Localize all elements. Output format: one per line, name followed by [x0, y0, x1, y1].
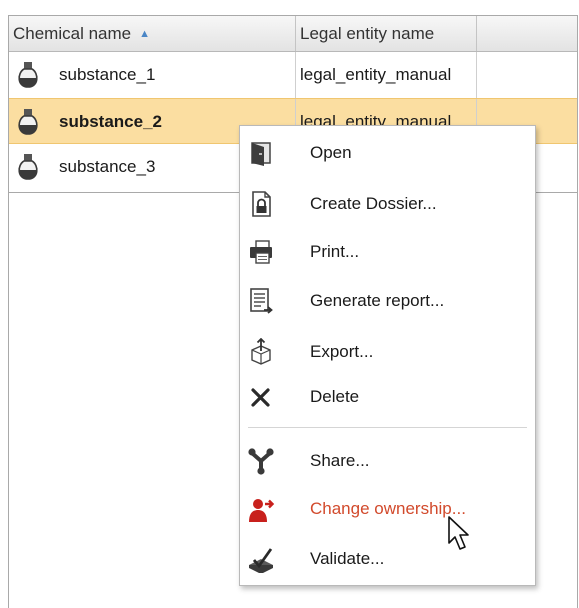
menu-item-print[interactable]: Print...	[240, 230, 535, 274]
legal-entity-cell: legal_entity_manual	[296, 52, 477, 98]
dossier-icon	[252, 191, 271, 217]
menu-item-share[interactable]: Share...	[240, 439, 535, 483]
export-icon	[251, 338, 271, 365]
context-menu: Open Create Dossier... Print... Generate…	[239, 125, 536, 586]
menu-item-validate[interactable]: Validate...	[240, 537, 535, 581]
menu-item-delete[interactable]: Delete	[240, 375, 535, 419]
menu-item-label: Export...	[310, 342, 374, 361]
report-icon	[250, 288, 273, 314]
column-header-legal-entity-name[interactable]: Legal entity name	[296, 16, 477, 51]
menu-item-label: Delete	[310, 387, 360, 406]
column-header-chemical-name[interactable]: Chemical name ▲	[9, 16, 296, 51]
grid-header: Chemical name ▲ Legal entity name	[9, 16, 577, 52]
menu-item-label: Open	[310, 143, 352, 162]
validate-icon	[249, 548, 273, 573]
table-row[interactable]: substance_1 legal_entity_manual	[9, 52, 577, 98]
column-header-label: Legal entity name	[300, 24, 435, 43]
mouse-pointer-icon	[448, 516, 469, 550]
menu-item-label: Share...	[310, 451, 370, 470]
open-icon	[251, 142, 271, 166]
menu-item-label: Change ownership...	[310, 499, 466, 518]
delete-icon	[251, 388, 270, 407]
menu-item-label: Validate...	[310, 549, 385, 568]
share-icon	[248, 448, 274, 475]
menu-item-generate-report[interactable]: Generate report...	[240, 279, 535, 323]
menu-item-open[interactable]: Open	[240, 131, 535, 175]
menu-item-label: Generate report...	[310, 291, 445, 310]
menu-item-export[interactable]: Export...	[240, 330, 535, 374]
menu-separator	[248, 427, 527, 428]
column-header-label: Chemical name	[13, 24, 132, 43]
menu-item-label: Create Dossier...	[310, 194, 437, 213]
menu-item-create-dossier[interactable]: Create Dossier...	[240, 182, 535, 226]
menu-item-change-ownership[interactable]: Change ownership...	[240, 487, 535, 531]
menu-item-label: Print...	[310, 242, 360, 261]
printer-icon	[250, 240, 272, 264]
chemical-name-cell: substance_1	[9, 52, 296, 98]
change-ownership-icon	[249, 499, 275, 522]
sort-ascending-icon: ▲	[139, 28, 150, 41]
